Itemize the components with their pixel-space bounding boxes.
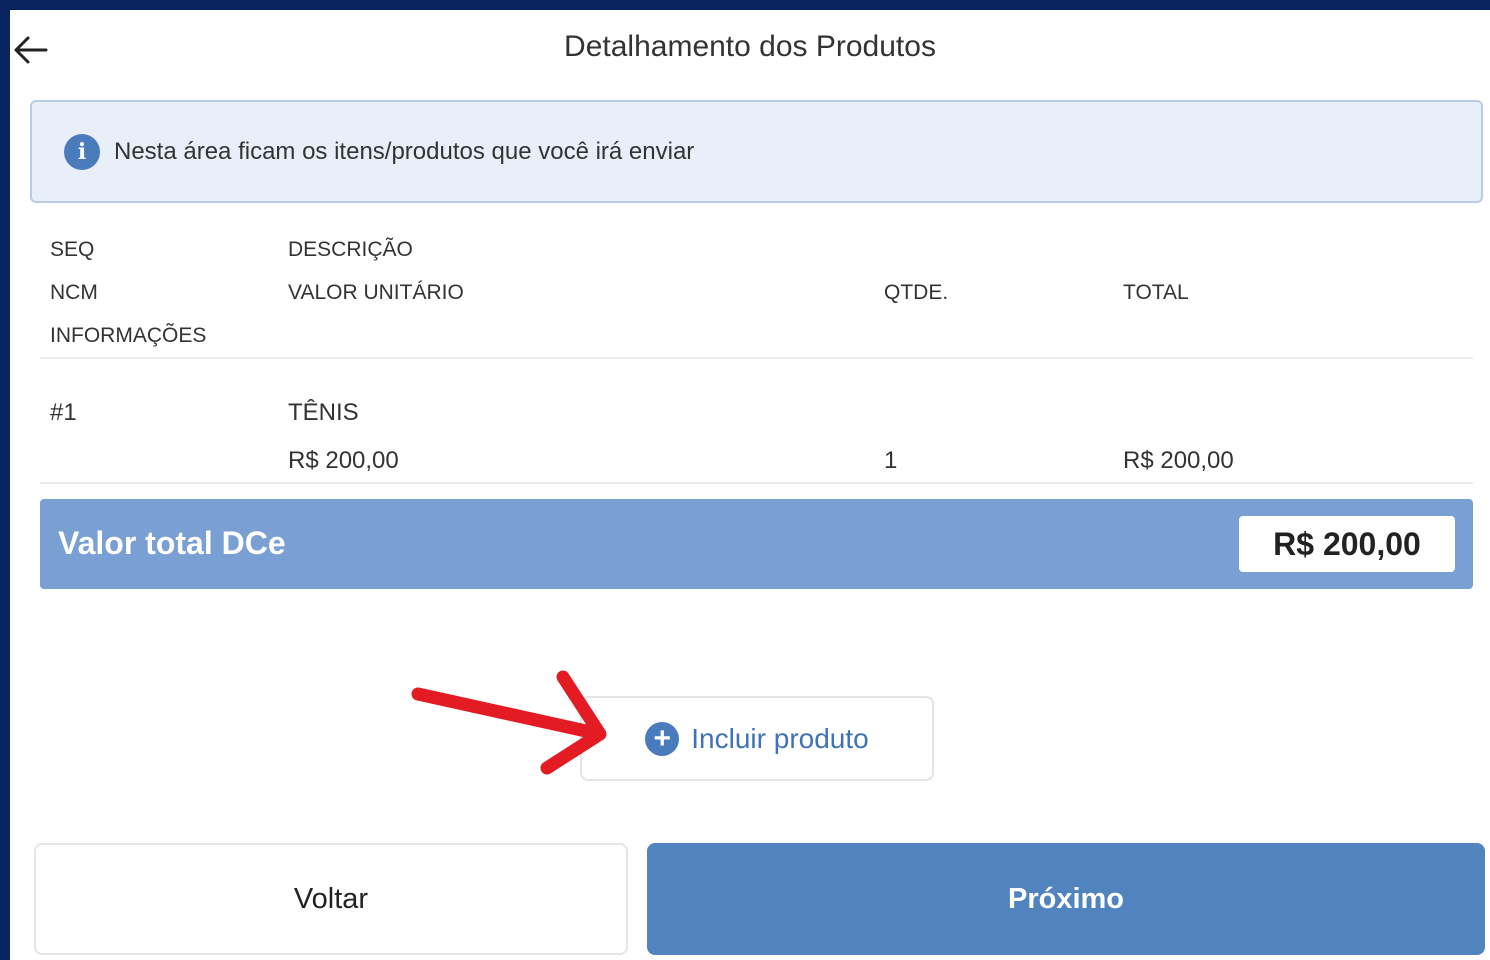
column-header-total: TOTAL bbox=[1123, 281, 1189, 304]
column-header-ncm: NCM bbox=[50, 281, 98, 304]
plus-circle-icon: + bbox=[645, 721, 680, 756]
total-value: R$ 200,00 bbox=[1239, 516, 1455, 572]
row-qtde: 1 bbox=[884, 447, 898, 474]
column-header-qtde: QTDE. bbox=[884, 281, 949, 304]
row-valor-unitario: R$ 200,00 bbox=[288, 447, 399, 474]
add-product-button[interactable]: + Incluir produto bbox=[580, 696, 934, 781]
total-summary-bar: Valor total DCe R$ 200,00 bbox=[40, 499, 1473, 589]
row-total: R$ 200,00 bbox=[1123, 447, 1234, 474]
info-icon: i bbox=[64, 133, 100, 170]
row-seq: #1 bbox=[50, 399, 77, 426]
column-header-seq: SEQ bbox=[50, 238, 95, 261]
total-label: Valor total DCe bbox=[58, 525, 286, 561]
row-descricao: TÊNIS bbox=[288, 399, 359, 426]
column-header-valor-unitario: VALOR UNITÁRIO bbox=[288, 281, 464, 304]
product-details-screen: Detalhamento dos Produtos i Nesta área f… bbox=[10, 10, 1490, 960]
column-header-descricao: DESCRIÇÃO bbox=[288, 238, 413, 261]
add-product-label: Incluir produto bbox=[691, 722, 869, 754]
page-title: Detalhamento dos Produtos bbox=[564, 30, 936, 63]
column-header-informacoes: INFORMAÇÕES bbox=[50, 324, 207, 347]
header-divider bbox=[40, 357, 1473, 359]
row-divider bbox=[40, 482, 1473, 484]
info-banner-text: Nesta área ficam os itens/produtos que v… bbox=[114, 137, 695, 165]
header: Detalhamento dos Produtos bbox=[10, 10, 1490, 90]
next-button[interactable]: Próximo bbox=[647, 843, 1485, 955]
info-banner: i Nesta área ficam os itens/produtos que… bbox=[30, 100, 1483, 203]
back-button[interactable]: Voltar bbox=[34, 843, 628, 955]
